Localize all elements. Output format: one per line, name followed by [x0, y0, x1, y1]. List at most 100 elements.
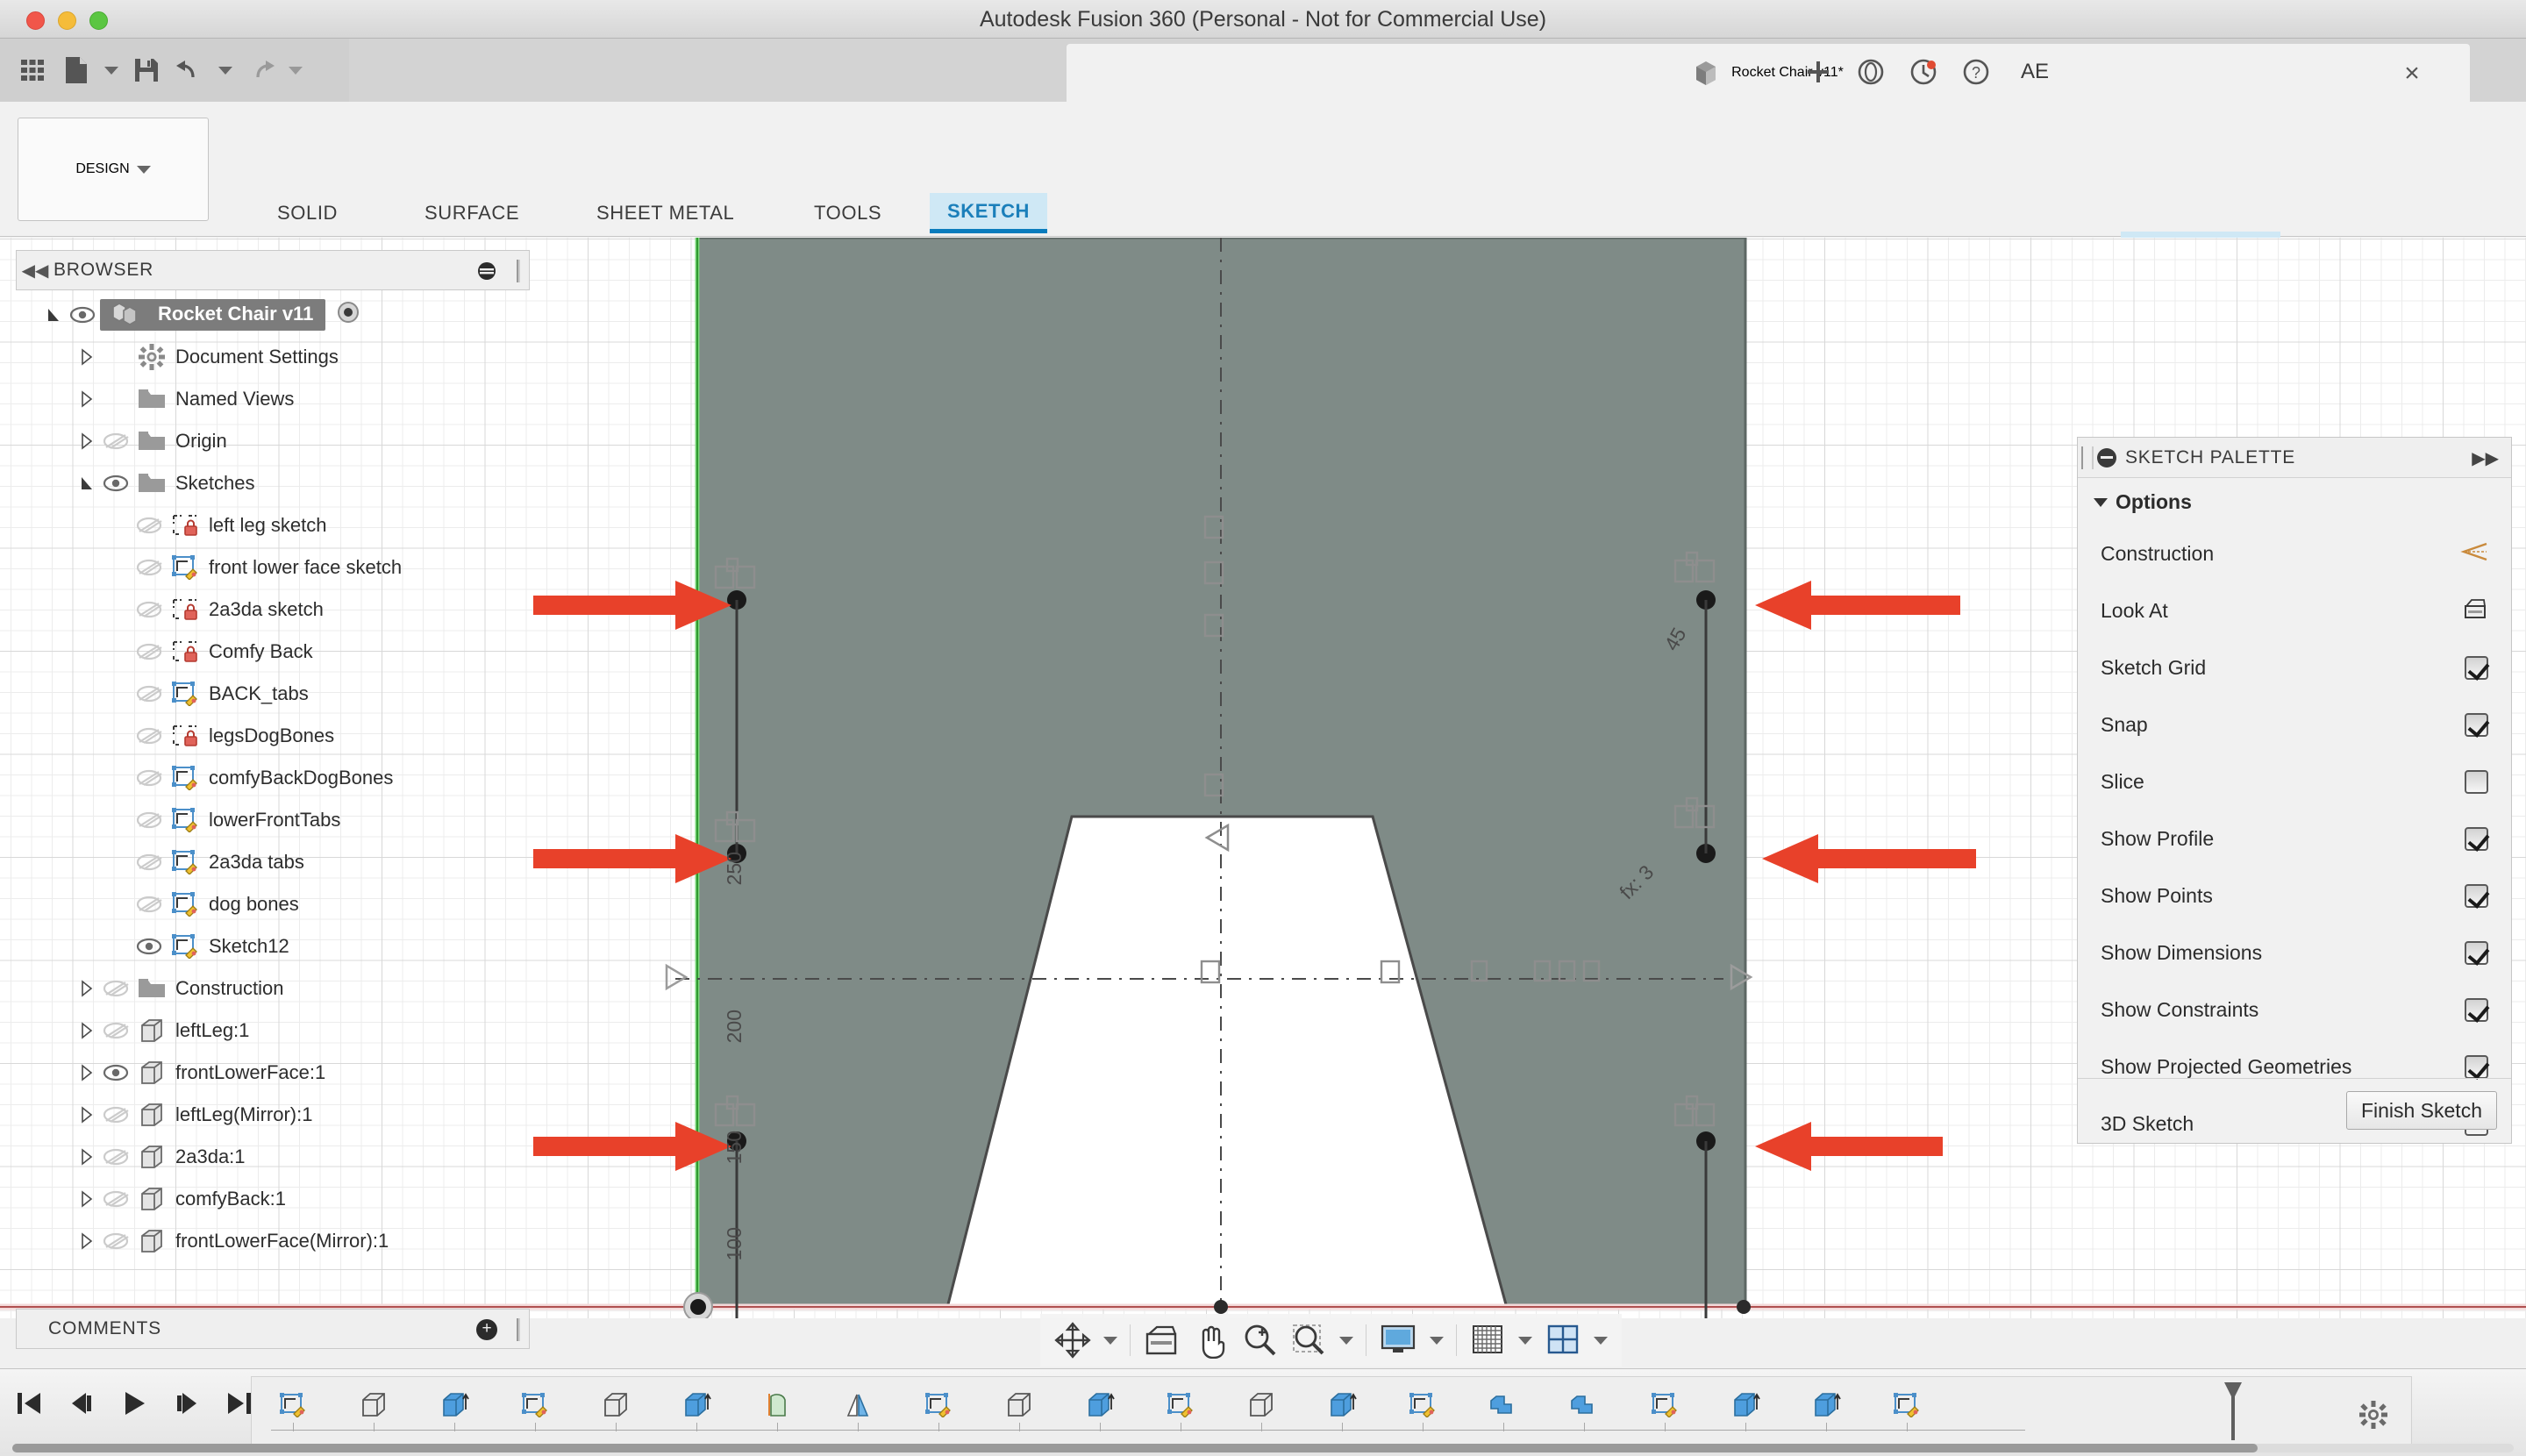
timeline-feature[interactable]	[594, 1384, 638, 1426]
browser-item-leftleg-1[interactable]: leftLeg:1	[0, 1010, 530, 1052]
zoom-caret-icon[interactable]	[1334, 1317, 1359, 1363]
chevron-right-icon[interactable]	[75, 1103, 98, 1126]
grid-settings-button[interactable]	[1464, 1317, 1511, 1363]
document-tab-rocket-chair[interactable]: Rocket Chair v11* ×	[1067, 44, 2470, 102]
timeline-feature[interactable]	[513, 1384, 557, 1426]
gear-icon[interactable]	[2358, 1400, 2388, 1430]
sketch-option-show-dimensions[interactable]: Show Dimensions	[2078, 924, 2511, 981]
dimension-150[interactable]: 150	[723, 1131, 746, 1164]
browser-item-dog-bones[interactable]: dog bones	[0, 883, 530, 925]
eye-hidden-icon[interactable]	[132, 684, 167, 703]
timeline-feature[interactable]	[1562, 1384, 1606, 1426]
tab-surface[interactable]: SURFACE	[407, 193, 537, 233]
tab-sheet-metal[interactable]: SHEET METAL	[579, 193, 752, 233]
browser-tree[interactable]: Rocket Chair v11 Document Settings Named V…	[0, 294, 530, 1262]
timeline-feature[interactable]	[432, 1384, 476, 1426]
eye-visible-icon[interactable]	[65, 305, 100, 325]
file-menu-caret-icon[interactable]	[100, 47, 123, 93]
play-icon[interactable]	[114, 1381, 154, 1425]
timeline-feature[interactable]	[1723, 1384, 1767, 1426]
sketch-option-show-constraints[interactable]: Show Constraints	[2078, 981, 2511, 1038]
viewports-caret-icon[interactable]	[1588, 1317, 1613, 1363]
redo-caret-icon[interactable]	[284, 47, 307, 93]
timeline-feature[interactable]	[352, 1384, 396, 1426]
eye-visible-icon[interactable]	[98, 1063, 133, 1082]
sketch-option-show-points[interactable]: Show Points	[2078, 867, 2511, 924]
chevron-right-icon[interactable]	[75, 977, 98, 1000]
panel-resize-grip[interactable]	[517, 260, 520, 282]
browser-item-named-views[interactable]: Named Views	[0, 378, 530, 420]
orbit-caret-icon[interactable]	[1098, 1317, 1123, 1363]
redo-button[interactable]	[240, 47, 281, 93]
undo-button[interactable]	[170, 47, 210, 93]
chevron-right-icon[interactable]	[75, 1146, 98, 1168]
dimension-100[interactable]: 100	[723, 1227, 746, 1260]
timeline-scrollbar[interactable]	[12, 1444, 2514, 1452]
sketch-palette-header[interactable]: SKETCH PALETTE ▶▶	[2078, 438, 2511, 478]
chevron-down-icon[interactable]	[42, 303, 65, 326]
timeline-track[interactable]	[251, 1376, 2412, 1445]
checkbox[interactable]	[2465, 884, 2488, 908]
eye-hidden-icon[interactable]	[132, 726, 167, 746]
add-comment-icon[interactable]: +	[476, 1319, 497, 1340]
chevron-right-icon[interactable]	[75, 1230, 98, 1253]
tab-sketch[interactable]: SKETCH	[930, 193, 1048, 233]
timeline-feature[interactable]	[1643, 1384, 1687, 1426]
expand-right-icon[interactable]: ▶▶	[2472, 447, 2499, 469]
dimension-250[interactable]: 250	[723, 852, 746, 885]
eye-hidden-icon[interactable]	[132, 810, 167, 830]
tab-solid[interactable]: SOLID	[260, 193, 355, 233]
comments-panel-header[interactable]: COMMENTS +	[16, 1309, 530, 1349]
browser-item-2a3da-sketch[interactable]: 2a3da sketch	[0, 589, 530, 631]
eye-hidden-icon[interactable]	[98, 1021, 133, 1040]
chevron-right-icon[interactable]	[75, 388, 98, 410]
eye-hidden-icon[interactable]	[132, 895, 167, 914]
step-back-icon[interactable]	[61, 1381, 102, 1425]
close-icon[interactable]: ×	[2400, 61, 2424, 88]
look-at-icon[interactable]	[2462, 597, 2488, 625]
timeline-feature[interactable]	[1804, 1384, 1848, 1426]
chevron-right-icon[interactable]	[75, 1188, 98, 1210]
grid-caret-icon[interactable]	[1513, 1317, 1538, 1363]
chevron-right-icon[interactable]	[75, 1061, 98, 1084]
browser-item-comfy-back[interactable]: Comfy Back	[0, 631, 530, 673]
sketch-option-show-profile[interactable]: Show Profile	[2078, 810, 2511, 867]
palette-resize-grip[interactable]	[2081, 446, 2094, 469]
browser-item-document-settings[interactable]: Document Settings	[0, 336, 530, 378]
file-menu-button[interactable]	[56, 47, 96, 93]
browser-item-2a3da-1[interactable]: 2a3da:1	[0, 1136, 530, 1178]
finish-sketch-button[interactable]: Finish Sketch	[2345, 1091, 2497, 1130]
workspace-selector[interactable]: DESIGN	[18, 118, 209, 221]
eye-hidden-icon[interactable]	[132, 768, 167, 788]
chevron-right-icon[interactable]	[75, 1019, 98, 1042]
timeline-feature[interactable]	[836, 1384, 880, 1426]
timeline-feature[interactable]	[997, 1384, 1041, 1426]
timeline-feature[interactable]	[1481, 1384, 1525, 1426]
help-icon[interactable]: ?	[1956, 53, 1996, 91]
eye-hidden-icon[interactable]	[132, 600, 167, 619]
display-settings-button[interactable]	[1374, 1317, 1423, 1363]
tab-tools[interactable]: TOOLS	[796, 193, 899, 233]
timeline-feature[interactable]	[1078, 1384, 1122, 1426]
eye-hidden-icon[interactable]	[132, 642, 167, 661]
panel-menu-icon[interactable]	[2097, 447, 2116, 467]
step-forward-icon[interactable]	[167, 1381, 207, 1425]
account-avatar[interactable]: AE	[2009, 53, 2061, 91]
eye-hidden-icon[interactable]	[98, 1231, 133, 1251]
sketch-option-sketch-grid[interactable]: Sketch Grid	[2078, 639, 2511, 696]
save-button[interactable]	[126, 47, 167, 93]
browser-item-left-leg-sketch[interactable]: left leg sketch	[0, 504, 530, 546]
timeline-feature[interactable]	[1320, 1384, 1364, 1426]
go-to-beginning-icon[interactable]	[9, 1381, 49, 1425]
zoom-window-button[interactable]	[1285, 1317, 1332, 1363]
panel-menu-icon[interactable]	[476, 261, 497, 282]
extensions-icon[interactable]	[1851, 53, 1891, 91]
checkbox[interactable]	[2465, 1055, 2488, 1079]
browser-item-comfybackdogbones[interactable]: comfyBackDogBones	[0, 757, 530, 799]
viewports-button[interactable]	[1539, 1317, 1587, 1363]
checkbox[interactable]	[2465, 941, 2488, 965]
eye-hidden-icon[interactable]	[132, 853, 167, 872]
comments-resize-grip[interactable]	[517, 1318, 520, 1341]
eye-hidden-icon[interactable]	[98, 979, 133, 998]
eye-hidden-icon[interactable]	[98, 1189, 133, 1209]
